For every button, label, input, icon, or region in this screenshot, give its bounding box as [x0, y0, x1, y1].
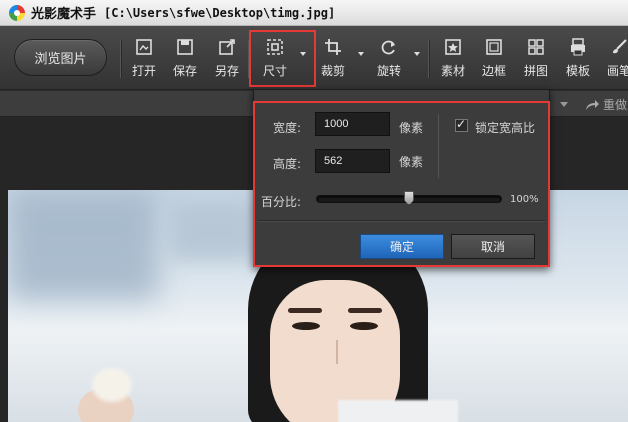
material-icon	[445, 39, 461, 55]
height-unit: 像素	[399, 155, 424, 169]
panel-separator	[258, 220, 545, 221]
save-as-button[interactable]: 另存	[214, 35, 240, 83]
open-label: 打开	[131, 64, 156, 78]
app-title: 光影魔术手	[31, 7, 97, 22]
redo-label: 重做	[603, 98, 628, 112]
save-as-label: 另存	[214, 64, 239, 78]
save-icon	[177, 39, 193, 55]
rotate-icon	[381, 40, 395, 55]
rotate-button[interactable]: 旋转	[376, 35, 402, 83]
template-label: 模板	[565, 64, 590, 78]
border-icon	[486, 39, 502, 55]
ok-button[interactable]: 确定	[360, 234, 444, 259]
lock-ratio-label[interactable]: 锁定宽高比	[475, 119, 535, 136]
file-path: [C:\Users\sfwe\Desktop\timg.jpg]	[104, 5, 336, 20]
border-button[interactable]: 边框	[481, 35, 507, 83]
title-bar: 光影魔术手 [C:\Users\sfwe\Desktop\timg.jpg]	[0, 0, 628, 26]
open-button[interactable]: 打开	[131, 35, 157, 83]
width-label: 宽度:	[273, 121, 302, 135]
save-as-icon	[219, 39, 235, 55]
width-input[interactable]	[315, 112, 390, 136]
height-label: 高度:	[273, 157, 302, 171]
history-dropdown-icon[interactable]	[560, 102, 568, 107]
rotate-label: 旋转	[376, 64, 401, 78]
cancel-button[interactable]: 取消	[451, 234, 535, 259]
app-logo-icon	[9, 4, 25, 21]
template-icon	[571, 38, 585, 56]
template-button[interactable]: 模板	[565, 35, 591, 83]
panel-divider	[438, 114, 439, 178]
crop-button[interactable]: 裁剪	[320, 35, 346, 83]
save-label: 保存	[172, 64, 197, 78]
brush-icon	[613, 39, 627, 54]
lock-ratio-checkbox[interactable]	[455, 117, 468, 132]
brush-button[interactable]: 画笔	[606, 35, 628, 83]
redo-icon	[586, 99, 599, 110]
redo-button[interactable]: 重做	[584, 96, 627, 113]
crop-label: 裁剪	[320, 64, 345, 78]
percent-label: 百分比:	[261, 195, 302, 209]
material-label: 素材	[440, 64, 465, 78]
width-unit: 像素	[399, 121, 424, 135]
percent-value: 100%	[510, 194, 539, 205]
border-label: 边框	[481, 64, 506, 78]
brush-label: 画笔	[606, 64, 628, 78]
save-button[interactable]: 保存	[172, 35, 198, 83]
crop-icon	[325, 39, 341, 55]
height-input[interactable]	[315, 149, 390, 173]
collage-label: 拼图	[523, 64, 548, 78]
browse-images-button[interactable]: 浏览图片	[14, 39, 107, 76]
open-icon	[136, 39, 152, 55]
collage-button[interactable]: 拼图	[523, 35, 549, 83]
toolbar-divider	[428, 40, 429, 78]
collage-icon	[528, 39, 544, 55]
resize-button-highlight	[249, 30, 316, 87]
crop-dropdown-icon[interactable]	[358, 52, 364, 56]
toolbar-divider	[120, 40, 121, 78]
rotate-dropdown-icon[interactable]	[414, 52, 420, 56]
material-button[interactable]: 素材	[440, 35, 466, 83]
